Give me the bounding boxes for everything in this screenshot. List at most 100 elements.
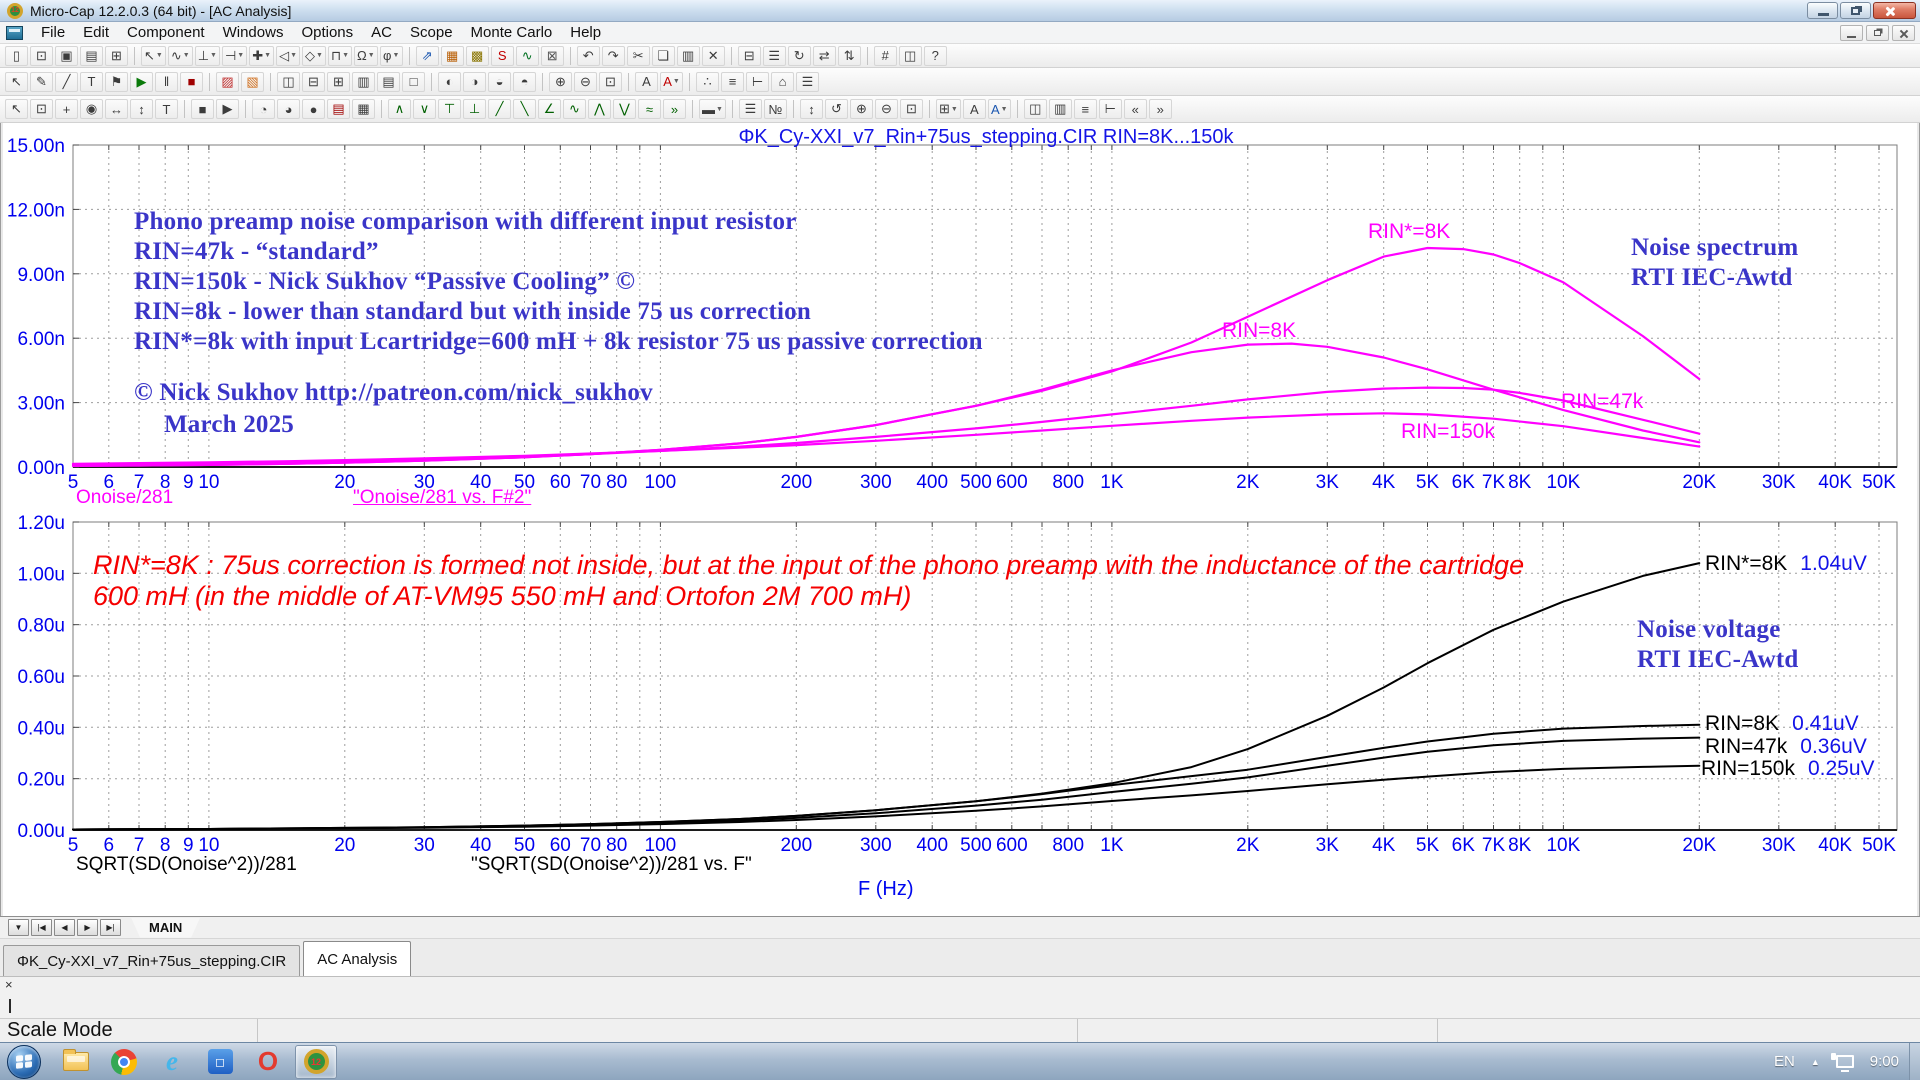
- taskbar-chrome-button[interactable]: [103, 1045, 145, 1079]
- component-source-button[interactable]: ⊓▼: [328, 46, 352, 66]
- print-preview-button[interactable]: ▤: [80, 46, 103, 66]
- tile-horizontal-button[interactable]: ⊟: [302, 72, 325, 92]
- menu-file[interactable]: File: [32, 22, 74, 43]
- menu-options[interactable]: Options: [292, 22, 362, 43]
- menu-windows[interactable]: Windows: [214, 22, 293, 43]
- align-plots-button[interactable]: ≡: [1074, 99, 1097, 119]
- ruler-button[interactable]: ⊢: [746, 72, 769, 92]
- page-list-button[interactable]: ▼: [8, 919, 29, 936]
- text-mode-button[interactable]: T: [80, 72, 103, 92]
- wire-mode-button[interactable]: ╱: [55, 72, 78, 92]
- menu-monte-carlo[interactable]: Monte Carlo: [462, 22, 562, 43]
- data-points-button[interactable]: ∴: [696, 72, 719, 92]
- grid-toggle-button[interactable]: #: [874, 46, 897, 66]
- border-toggle-button[interactable]: ◫: [899, 46, 922, 66]
- zoom-out-plot-button[interactable]: ⊖: [875, 99, 898, 119]
- full-window-button[interactable]: □: [402, 72, 425, 92]
- page-left-button[interactable]: «: [1124, 99, 1147, 119]
- component-capacitor-button[interactable]: ⊣▼: [222, 46, 247, 66]
- inflection-button[interactable]: ∿: [563, 99, 586, 119]
- zoom-in-plot-button[interactable]: ⊕: [850, 99, 873, 119]
- go-to-valley-button[interactable]: ∨: [413, 99, 436, 119]
- grid-options-button[interactable]: ⊞▼: [936, 99, 961, 119]
- print-button[interactable]: ⊞: [105, 46, 128, 66]
- split-screen-button[interactable]: ▥: [352, 72, 375, 92]
- select-arrow-button[interactable]: ↖: [5, 72, 28, 92]
- copy-button[interactable]: ❏: [652, 46, 675, 66]
- component-resistor-button[interactable]: ⊥▼: [195, 46, 220, 66]
- animate-run-button[interactable]: ▶: [216, 99, 239, 119]
- taskbar-explorer-button[interactable]: [55, 1045, 97, 1079]
- ac-analysis-button[interactable]: ▦: [441, 46, 464, 66]
- probe-button[interactable]: ∿: [516, 46, 539, 66]
- transient-analysis-button[interactable]: ⇗: [416, 46, 439, 66]
- redo-button[interactable]: ↷: [602, 46, 625, 66]
- cursor-mode-1-button[interactable]: ◐: [438, 72, 461, 92]
- global-high-button[interactable]: ⋀: [588, 99, 611, 119]
- clock[interactable]: 9:00: [1870, 1053, 1899, 1070]
- go-to-peak-button[interactable]: ∧: [388, 99, 411, 119]
- menu-edit[interactable]: Edit: [74, 22, 118, 43]
- exit-analysis-button[interactable]: ⊠: [541, 46, 564, 66]
- component-transistor-button[interactable]: ◇▼: [302, 46, 326, 66]
- auto-scale-button[interactable]: ↕: [800, 99, 823, 119]
- data-list-button[interactable]: ▤: [327, 99, 350, 119]
- select-tool-button[interactable]: ↖: [5, 99, 28, 119]
- mirror-y-button[interactable]: ⇅: [838, 46, 861, 66]
- select-waveform-button[interactable]: ▬▼: [699, 99, 726, 119]
- home-button[interactable]: ⌂: [771, 72, 794, 92]
- number-format-button[interactable]: №: [764, 99, 787, 119]
- save-file-button[interactable]: ▣: [55, 46, 78, 66]
- text-align-button[interactable]: ☰: [763, 46, 786, 66]
- mirror-x-button[interactable]: ⇄: [813, 46, 836, 66]
- animate-stop-button[interactable]: ■: [191, 99, 214, 119]
- taskbar-ie-button[interactable]: e: [151, 1045, 193, 1079]
- network-icon[interactable]: [1836, 1055, 1854, 1068]
- stats-button[interactable]: ≈: [638, 99, 661, 119]
- marker-red-button[interactable]: ▨: [216, 72, 239, 92]
- component-wire-button[interactable]: ∿▼: [168, 46, 193, 66]
- pause-button[interactable]: ‖: [155, 72, 178, 92]
- zoom-window-button[interactable]: ⊡: [599, 72, 622, 92]
- vertical-tag-button[interactable]: ↕: [130, 99, 153, 119]
- select-mode-button[interactable]: ↖▼: [141, 46, 166, 66]
- mdi-minimize-button[interactable]: [1840, 25, 1863, 41]
- new-file-button[interactable]: ▯: [5, 46, 28, 66]
- marker-orange-button[interactable]: ▧: [241, 72, 264, 92]
- scale-mode-button[interactable]: ⊡: [30, 99, 53, 119]
- cursor-mode-4-button[interactable]: ◓: [513, 72, 536, 92]
- go-to-fall-button[interactable]: ╲: [513, 99, 536, 119]
- last-page-button[interactable]: ▶|: [100, 919, 121, 936]
- minimize-button[interactable]: [1807, 2, 1838, 19]
- text-large-button[interactable]: A: [963, 99, 986, 119]
- go-to-low-button[interactable]: ⊥: [463, 99, 486, 119]
- panel-close-icon[interactable]: ×: [5, 978, 13, 991]
- text-color-button[interactable]: A▼: [988, 99, 1011, 119]
- cursor-mode-3-button[interactable]: ◒: [488, 72, 511, 92]
- prev-page-button[interactable]: ◀: [54, 919, 75, 936]
- thumbnails-button[interactable]: ▥: [1049, 99, 1072, 119]
- component-inductor-button[interactable]: ✚▼: [249, 46, 274, 66]
- language-indicator[interactable]: EN: [1774, 1053, 1795, 1070]
- numeric-output-button[interactable]: ▦: [352, 99, 375, 119]
- menu-scope[interactable]: Scope: [401, 22, 462, 43]
- menu-component[interactable]: Component: [118, 22, 214, 43]
- page-tab-main[interactable]: MAIN: [131, 918, 200, 938]
- first-page-button[interactable]: |◀: [31, 919, 52, 936]
- taskbar-microcap-taskbar-button[interactable]: 12: [295, 1045, 337, 1079]
- flag-mode-button[interactable]: ⚑: [105, 72, 128, 92]
- format-button[interactable]: ☰: [739, 99, 762, 119]
- go-to-high-button[interactable]: ⊤: [438, 99, 461, 119]
- show-desktop-button[interactable]: [1909, 1043, 1920, 1080]
- global-low-button[interactable]: ⋁: [613, 99, 636, 119]
- properties-button[interactable]: ☰: [796, 72, 819, 92]
- go-to-x-button[interactable]: »: [663, 99, 686, 119]
- next-page-button[interactable]: ▶: [77, 919, 98, 936]
- stepping-button[interactable]: ⊟: [738, 46, 761, 66]
- zoom-out-button[interactable]: ⊖: [574, 72, 597, 92]
- mdi-document-icon[interactable]: [6, 26, 23, 40]
- cascade-windows-button[interactable]: ⊞: [327, 72, 350, 92]
- delay-short-button[interactable]: ◔: [252, 99, 275, 119]
- document-tab-circuit[interactable]: ΦK_Cy-XXI_v7_Rin+75us_stepping.CIR: [3, 945, 300, 976]
- delete-button[interactable]: ✕: [702, 46, 725, 66]
